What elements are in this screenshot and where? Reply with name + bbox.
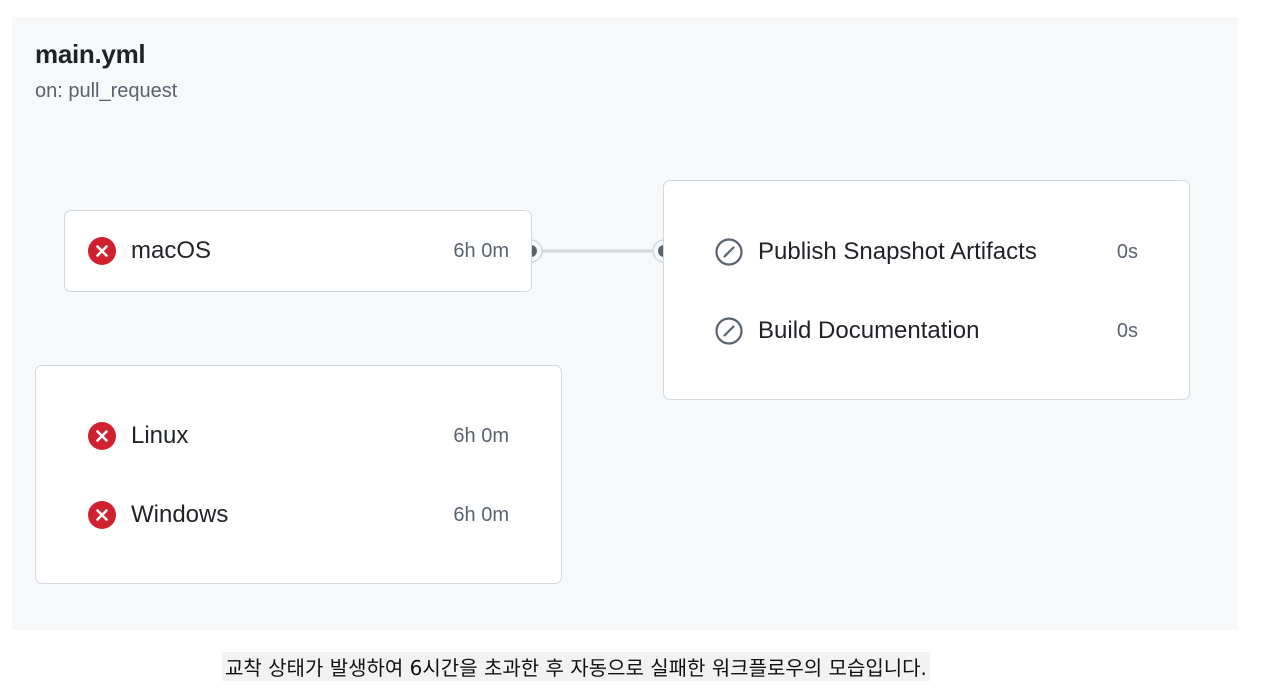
- job-row-publish[interactable]: Publish Snapshot Artifacts 0s: [714, 236, 1138, 268]
- job-duration: 6h 0m: [453, 424, 509, 447]
- skip-slash-icon: [715, 317, 743, 345]
- job-name: Publish Snapshot Artifacts: [758, 238, 1037, 265]
- job-duration: 0s: [1116, 319, 1138, 342]
- figure-caption: 교착 상태가 발생하여 6시간을 초과한 후 자동으로 실패한 워크플로우의 모…: [222, 652, 930, 681]
- job-row-windows[interactable]: Windows 6h 0m: [87, 499, 509, 531]
- job-row-linux[interactable]: Linux 6h 0m: [87, 420, 509, 452]
- job-duration: 6h 0m: [453, 503, 509, 526]
- job-row-docs[interactable]: Build Documentation 0s: [714, 315, 1138, 347]
- job-row-macos[interactable]: macOS 6h 0m: [87, 235, 509, 267]
- job-duration: 0s: [1116, 240, 1138, 263]
- skip-slash-icon: [715, 238, 743, 266]
- job-name: Windows: [131, 501, 229, 528]
- job-duration: 6h 0m: [453, 239, 509, 262]
- job-box-macos[interactable]: macOS 6h 0m: [64, 210, 532, 292]
- job-box-downstream: Publish Snapshot Artifacts 0s Build Docu…: [663, 180, 1190, 400]
- workflow-graph: main.yml on: pull_request macOS 6h 0m Li…: [12, 17, 1238, 630]
- x-circle-fill-icon: [88, 422, 116, 450]
- job-name: Linux: [131, 422, 189, 449]
- job-box-linux-windows: Linux 6h 0m Windows 6h 0m: [35, 365, 562, 584]
- x-circle-fill-icon: [88, 501, 116, 529]
- x-circle-fill-icon: [88, 237, 116, 265]
- job-name: Build Documentation: [758, 317, 980, 344]
- job-name: macOS: [131, 237, 212, 264]
